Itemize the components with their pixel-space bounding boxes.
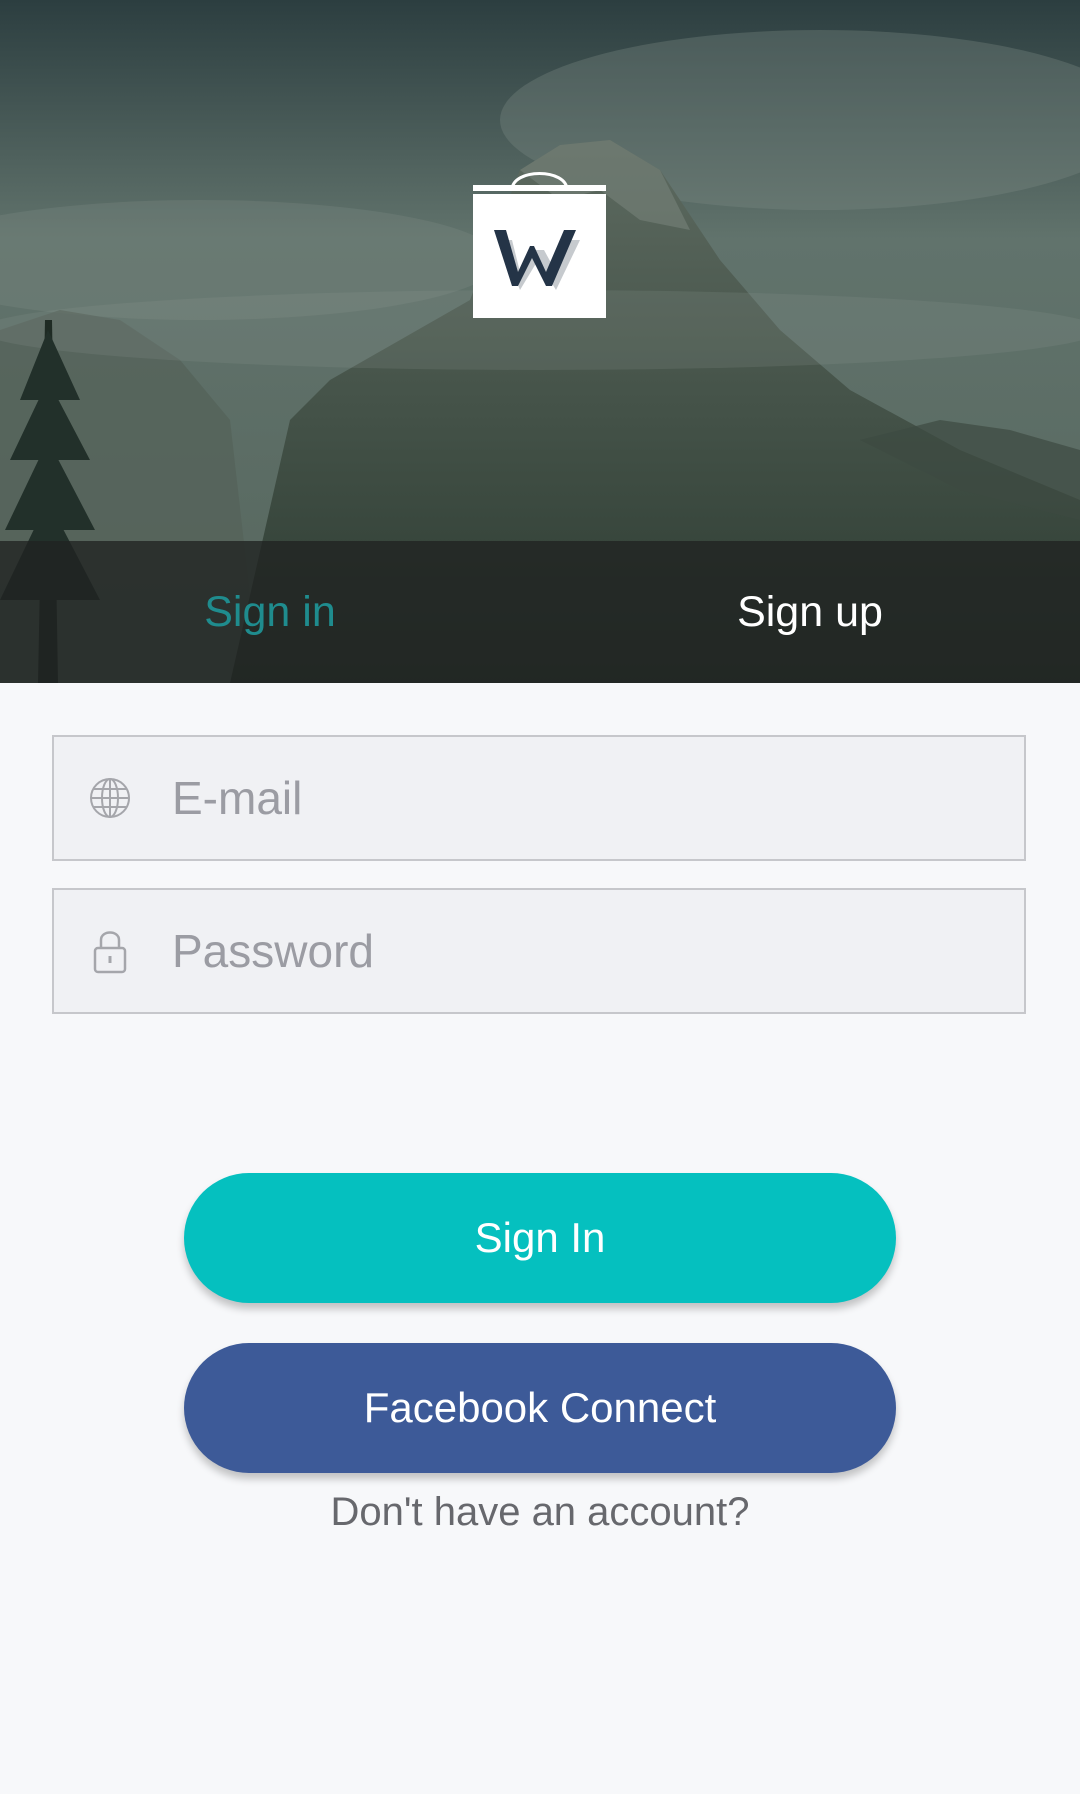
facebook-connect-button[interactable]: Facebook Connect [184,1343,896,1473]
lock-icon [80,921,140,981]
shopping-bag-w-logo-icon [473,172,606,318]
sign-in-button[interactable]: Sign In [184,1173,896,1303]
header-hero: Sign in Sign up [0,0,1080,683]
email-field[interactable] [52,735,1026,861]
globe-icon [80,768,140,828]
password-input[interactable] [172,924,992,978]
password-field[interactable] [52,888,1026,1014]
email-input[interactable] [172,771,992,825]
tab-sign-in[interactable]: Sign in [0,541,540,683]
no-account-link[interactable]: Don't have an account? [0,1490,1080,1535]
tab-sign-up[interactable]: Sign up [540,541,1080,683]
auth-tab-bar: Sign in Sign up [0,541,1080,683]
sign-in-screen: Sign in Sign up Sign In Facebook Conn [0,0,1080,1794]
